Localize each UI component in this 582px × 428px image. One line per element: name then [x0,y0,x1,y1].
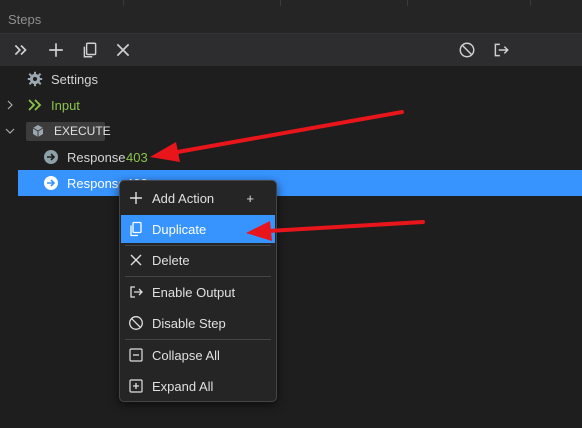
close-icon [128,252,144,268]
tree-item-label: Settings [51,71,98,87]
menu-separator [125,339,271,340]
gear-icon [27,71,43,87]
plus-icon[interactable] [45,39,67,61]
menu-item-label: Add Action [152,190,215,206]
expand-box-icon [128,378,144,394]
plus-icon [128,190,144,206]
panel-title: Steps [8,12,42,27]
chevron-right-icon[interactable] [4,99,16,111]
menu-item-label: Expand All [152,378,214,394]
menu-separator [125,276,271,277]
steps-toolbar [0,34,582,66]
menu-item-duplicate[interactable]: Duplicate [121,215,275,243]
export-icon[interactable] [490,39,512,61]
tree-item-response-selected[interactable]: Response 403 [18,170,582,196]
menu-item-label: Enable Output [152,284,236,300]
status-code: 403 [126,149,148,165]
tree-item-execute[interactable]: EXECUTE [0,118,582,144]
menu-item-collapse-all[interactable]: Collapse All [121,341,275,369]
copy-icon [128,221,144,237]
tree-item-label: Response [67,175,126,191]
menu-item-disable-step[interactable]: Disable Step [121,309,275,337]
cube-icon [30,123,46,139]
chevron-down-icon[interactable] [4,125,16,137]
chevrons-right-icon [27,97,43,113]
tree-item-response[interactable]: Response 403 [0,144,582,170]
ban-icon[interactable] [456,39,478,61]
arrow-circle-right-icon [43,149,59,165]
collapse-box-icon [128,347,144,363]
close-icon[interactable] [112,39,134,61]
menu-item-enable-output[interactable]: Enable Output [121,278,275,306]
tree-item-label: EXECUTE [54,124,111,138]
menu-item-delete[interactable]: Delete [121,246,275,274]
menu-item-label: Disable Step [152,315,226,331]
chevrons-right-icon[interactable] [10,39,32,61]
menu-item-label: Delete [152,252,190,268]
steps-panel-header: Steps [0,6,582,34]
tree-item-label: Response [67,149,126,165]
tree-item-label: Input [51,97,80,113]
menu-item-label: Collapse All [152,347,220,363]
arrow-circle-right-icon [43,175,59,191]
menu-item-label: Duplicate [152,221,207,237]
copy-icon[interactable] [79,39,101,61]
submenu-indicator: + [246,190,254,206]
menu-item-expand-all[interactable]: Expand All [121,372,275,400]
tree-item-settings[interactable]: Settings [0,66,582,92]
export-icon [128,284,144,300]
menu-item-add-action[interactable]: Add Action + [121,184,275,212]
tree-item-input[interactable]: Input [0,92,582,118]
context-menu: Add Action + Duplicate Delete Enable Out… [119,180,277,402]
ban-icon [128,315,144,331]
